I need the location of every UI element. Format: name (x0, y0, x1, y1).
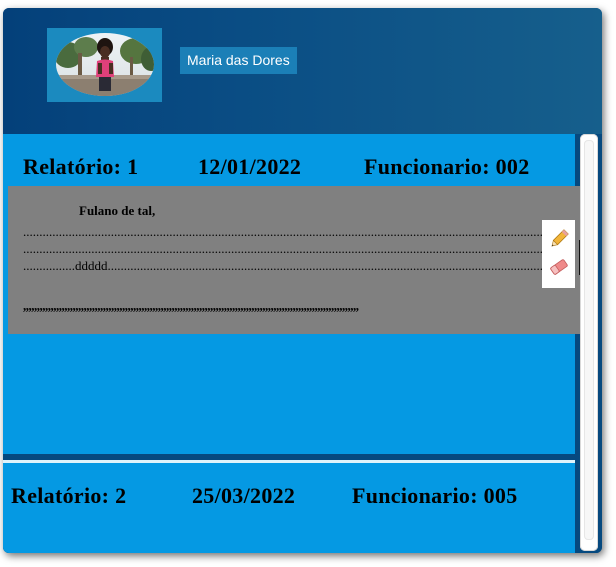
report-line: ........................................… (23, 241, 545, 256)
report-employee: Funcionario: 002 (364, 154, 530, 179)
report-card[interactable]: Relatório: 1 12/01/2022 Funcionario: 002… (3, 134, 586, 454)
report-text-area[interactable]: Fulano de tal, .........................… (8, 186, 586, 334)
app-window: Maria das Dores Relatório: 1 12/01/2022 … (3, 8, 602, 553)
eraser-icon (550, 259, 568, 275)
avatar[interactable] (56, 33, 154, 96)
user-name-label[interactable]: Maria das Dores (180, 47, 297, 74)
header: Maria das Dores (3, 8, 602, 136)
scrollbar-thumb[interactable] (584, 140, 594, 540)
report-greeting: Fulano de tal, (79, 203, 156, 218)
report-card[interactable]: Relatório: 2 25/03/2022 Funcionario: 005 (3, 460, 575, 553)
report-title: Relatório: 2 (11, 483, 127, 508)
report-date: 25/03/2022 (192, 483, 296, 508)
reports-list: Relatório: 1 12/01/2022 Funcionario: 002… (3, 134, 602, 553)
edit-button[interactable] (548, 228, 570, 250)
user-photo-icon (56, 33, 154, 96)
report-line: ,,,,,,,,,,,,,,,,,,,,,,,,,,,,,,,,,,,,,,,,… (23, 298, 359, 313)
report-line: ........................................… (23, 224, 545, 239)
pencil-icon (551, 229, 569, 247)
report-line: ................ddddd...................… (23, 258, 545, 273)
report-tools (542, 220, 575, 288)
vertical-scrollbar[interactable] (580, 134, 598, 551)
report-date: 12/01/2022 (198, 154, 302, 179)
report-employee: Funcionario: 005 (352, 483, 518, 508)
report-title: Relatório: 1 (23, 154, 139, 179)
avatar-frame (47, 28, 162, 102)
delete-button[interactable] (548, 256, 570, 278)
